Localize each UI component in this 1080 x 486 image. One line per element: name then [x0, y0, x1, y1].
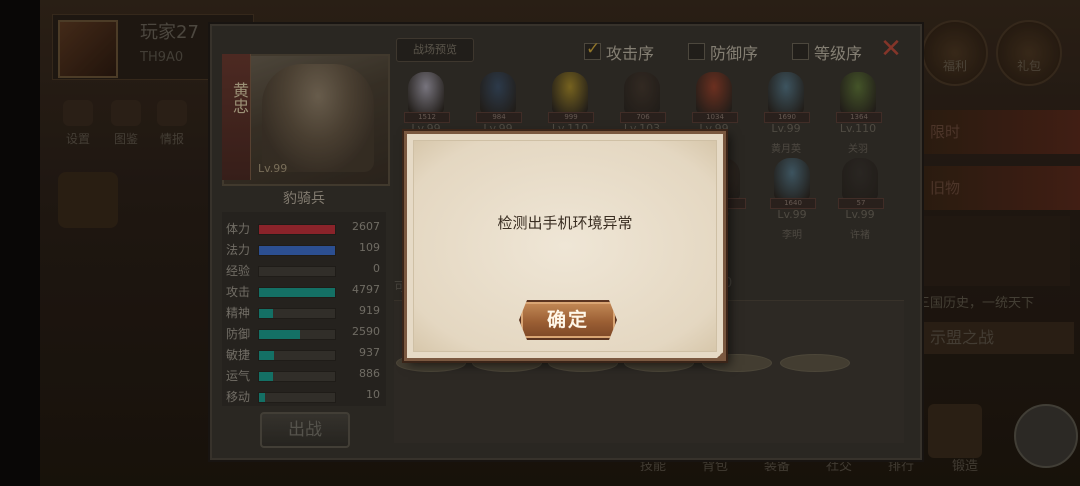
confirm-button[interactable]: 确定 [519, 300, 617, 340]
alert-dialog: 检测出手机环境异常 确定 [404, 131, 726, 361]
dialog-corner-fold [714, 349, 726, 361]
dialog-message: 检测出手机环境异常 [497, 214, 633, 232]
